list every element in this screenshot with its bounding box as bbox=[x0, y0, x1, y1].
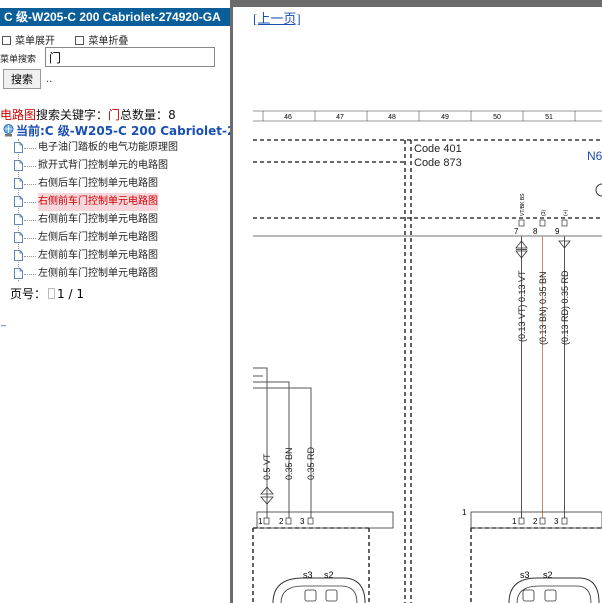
grid-number: 48 bbox=[388, 114, 396, 121]
switch-label: s3 bbox=[303, 570, 313, 580]
list-item-label: 右侧后车门控制单元电路图 bbox=[38, 178, 158, 189]
list-item-label: 掀开式背门控制单元的电路图 bbox=[38, 160, 168, 171]
wire-label: 0.35 BN bbox=[284, 447, 294, 480]
menu-toggle-row: 菜单展开 菜单折叠 bbox=[2, 32, 128, 47]
footer-mark: _ bbox=[1, 316, 6, 327]
pagination: 页号： 1 / 1 bbox=[10, 285, 84, 302]
grid-number: 51 bbox=[545, 114, 553, 121]
page-value: 1 / 1 bbox=[57, 287, 84, 301]
document-icon bbox=[14, 178, 23, 189]
wire-label: (0.13 RD) 0.35 RD bbox=[560, 270, 570, 345]
wire-label: 0.35 RD bbox=[306, 446, 316, 480]
pin-number: 1 bbox=[512, 517, 517, 526]
globe-pc-icon bbox=[3, 124, 14, 137]
tree-connector bbox=[24, 148, 36, 149]
pin-number: 2 bbox=[279, 517, 284, 526]
menu-collapse-label: 菜单折叠 bbox=[88, 36, 129, 47]
tree-connector bbox=[24, 274, 36, 275]
left-panel: C 级-W205-C 200 Cabriolet-274920-GA 菜单展开 … bbox=[0, 0, 230, 603]
switch-label: s2 bbox=[543, 570, 553, 580]
circuit-diagram: 46 47 48 49 50 51 Code 401 Code 873 N6 7… bbox=[252, 110, 602, 603]
pin-number: 7 bbox=[514, 227, 519, 236]
top-pins: 7 8 9 VT/BK BS (3) (+) bbox=[514, 193, 569, 236]
code-label: Code 401 bbox=[414, 143, 462, 155]
page-label: 页号： bbox=[10, 287, 47, 301]
page-box-icon bbox=[48, 288, 56, 299]
count-label: 总数量： bbox=[120, 108, 169, 122]
square-icon bbox=[75, 36, 85, 45]
seat-icon bbox=[522, 589, 535, 602]
list-item-label: 右侧前车门控制单元电路图 bbox=[38, 193, 158, 211]
document-icon bbox=[14, 142, 23, 153]
wire-label: (0.13 VT) 0.13 VT bbox=[517, 270, 527, 342]
seat-icon bbox=[304, 589, 317, 602]
tree-connector bbox=[24, 220, 36, 221]
grid-number: 49 bbox=[441, 114, 449, 121]
tiny-label: (3) bbox=[541, 210, 547, 216]
window-title: C 级-W205-C 200 Cabriolet-274920-GA bbox=[0, 8, 230, 26]
grid-number: 47 bbox=[336, 114, 344, 121]
pin-number: 1 bbox=[258, 517, 263, 526]
document-icon bbox=[14, 232, 23, 243]
list-item-label: 右侧前车门控制单元电路图 bbox=[38, 214, 158, 225]
tree-connector bbox=[24, 238, 36, 239]
search-input[interactable] bbox=[45, 47, 215, 67]
seat-icon bbox=[325, 589, 338, 602]
pin-number: 3 bbox=[300, 517, 305, 526]
document-icon bbox=[14, 268, 23, 279]
wire-label: 0.5 VT bbox=[262, 453, 272, 480]
document-icon bbox=[14, 214, 23, 225]
document-icon bbox=[14, 160, 23, 171]
search-button[interactable]: 搜索 bbox=[3, 69, 41, 89]
list-item-label: 左侧后车门控制单元电路图 bbox=[38, 232, 158, 243]
square-icon bbox=[2, 36, 11, 45]
grid-number: 46 bbox=[284, 114, 292, 121]
tree-connector bbox=[24, 256, 36, 257]
list-item-label: 左侧前车门控制单元电路图 bbox=[38, 268, 158, 279]
switch-block-right: s3 s2 bbox=[508, 570, 600, 603]
code-label: Code 873 bbox=[414, 157, 462, 169]
pin-number: 2 bbox=[533, 517, 538, 526]
document-icon bbox=[14, 196, 23, 207]
connector-number: 1 bbox=[462, 508, 467, 517]
search-label: 菜单搜索 bbox=[0, 55, 37, 65]
tree-connector bbox=[24, 202, 36, 203]
pin-number: 9 bbox=[555, 227, 560, 236]
tiny-label: (+) bbox=[563, 209, 569, 216]
seat-icon bbox=[544, 589, 557, 602]
wires-right: (0.13 VT) 0.13 VT (0.13 BN) 0.35 BN (0.1… bbox=[515, 236, 571, 520]
wires-left: 0.5 VT 0.35 BN 0.35 RD bbox=[253, 367, 316, 520]
search-dots: .. bbox=[46, 74, 53, 85]
pin-number: 8 bbox=[533, 227, 538, 236]
current-node[interactable]: 当前:C 级-W205-C 200 Cabriolet-274920-GA bbox=[3, 122, 230, 139]
connector-symbol bbox=[595, 183, 602, 197]
list-item-label: 左侧前车门控制单元电路图 bbox=[38, 250, 158, 261]
ref-label: N6 bbox=[587, 149, 602, 163]
diagram-panel: [上一页] 46 47 48 49 50 51 Code 401 Code 87… bbox=[233, 0, 602, 603]
list-item-label: 电子油门踏板的电气功能原理图 bbox=[38, 142, 178, 153]
tiny-label: VT/BK BS bbox=[520, 193, 526, 216]
grid-number: 50 bbox=[493, 114, 501, 121]
pin-number: 3 bbox=[554, 517, 559, 526]
result-keyword: 门 bbox=[108, 108, 121, 122]
bottom-connectors: 1 2 3 1 1 2 3 bbox=[256, 508, 602, 529]
menu-collapse-button[interactable]: 菜单折叠 bbox=[75, 36, 128, 47]
tree-connector bbox=[24, 184, 36, 185]
switch-block-left: s3 s2 bbox=[272, 570, 366, 603]
switch-label: s3 bbox=[520, 570, 530, 580]
result-count: 8 bbox=[168, 108, 176, 122]
keyword-label: 搜索关键字： bbox=[36, 108, 109, 122]
wire-label: (0.13 BN) 0.35 BN bbox=[538, 271, 548, 345]
current-node-label: 当前:C 级-W205-C 200 Cabriolet-274920-GA bbox=[16, 124, 230, 138]
menu-expand-label: 菜单展开 bbox=[15, 36, 55, 47]
tree-connector bbox=[24, 166, 36, 167]
menu-expand-button[interactable]: 菜单展开 bbox=[2, 36, 55, 47]
result-prefix: 电路图 bbox=[0, 108, 37, 122]
result-summary: 电路图搜索关键字：门总数量：8 bbox=[0, 106, 176, 123]
switch-label: s2 bbox=[324, 570, 334, 580]
dashed-frame bbox=[252, 139, 602, 603]
document-icon bbox=[14, 250, 23, 261]
grid-ruler: 46 47 48 49 50 51 bbox=[253, 110, 602, 122]
